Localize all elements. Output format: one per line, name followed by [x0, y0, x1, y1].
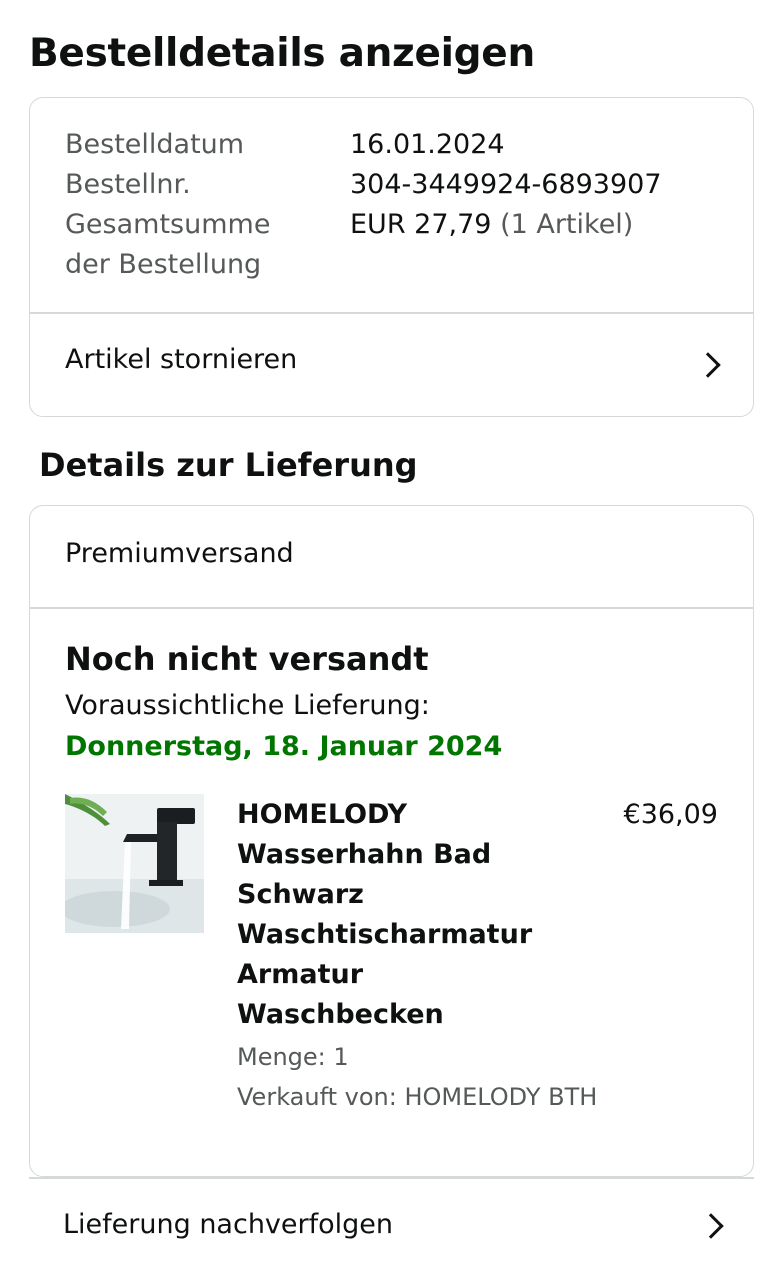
cancel-items-button[interactable]: Artikel stornieren	[30, 314, 753, 416]
order-total-label-line2: der Bestellung	[65, 249, 262, 280]
order-details-page: Bestelldetails anzeigen Bestelldatum 16.…	[0, 0, 783, 1280]
eta-date: Donnerstag, 18. Januar 2024	[65, 731, 503, 762]
product-title-line: Wasserhahn Bad	[237, 839, 492, 870]
shipping-method: Premiumversand	[65, 538, 294, 569]
product-title-line: HOMELODY	[237, 799, 408, 830]
page-title: Bestelldetails anzeigen	[29, 31, 535, 76]
product-image[interactable]	[65, 794, 204, 933]
product-title[interactable]: HOMELODY Wasserhahn Bad Schwarz Waschtis…	[237, 795, 577, 1035]
order-total-label-line1: Gesamtsumme	[65, 209, 271, 240]
order-number-value: 304-3449924-6893907	[350, 169, 662, 200]
order-number-label: Bestellnr.	[65, 169, 191, 200]
track-delivery-button[interactable]: Lieferung nachverfolgen	[29, 1180, 754, 1280]
order-summary-card: Bestelldatum 16.01.2024 Bestellnr. 304-3…	[29, 97, 754, 417]
product-price: €36,09	[623, 799, 718, 830]
shipment-status: Noch nicht versandt	[65, 640, 429, 678]
product-title-line: Armatur	[237, 959, 364, 990]
order-total-amount: EUR 27,79	[350, 209, 492, 240]
order-total-value: EUR 27,79 (1 Artikel)	[350, 205, 633, 245]
chevron-right-icon	[698, 1213, 724, 1239]
order-date-value: 16.01.2024	[350, 129, 505, 160]
delivery-card: Premiumversand Noch nicht versandt Vorau…	[29, 505, 754, 1177]
product-seller: Verkauft von: HOMELODY BTH	[237, 1083, 598, 1111]
product-title-line: Waschtischarmatur	[237, 919, 533, 950]
order-date-label: Bestelldatum	[65, 129, 245, 160]
eta-label: Voraussichtliche Lieferung:	[65, 690, 430, 721]
track-delivery-label: Lieferung nachverfolgen	[63, 1209, 394, 1240]
faucet-image	[65, 794, 204, 933]
chevron-right-icon	[695, 352, 721, 378]
cancel-items-label: Artikel stornieren	[65, 344, 298, 375]
track-divider	[29, 1177, 754, 1179]
order-total-items: (1 Artikel)	[500, 209, 634, 240]
delivery-divider	[30, 607, 753, 609]
product-title-line: Waschbecken	[237, 999, 444, 1030]
delivery-section-title: Details zur Lieferung	[39, 446, 418, 484]
product-title-line: Schwarz	[237, 879, 364, 910]
product-quantity: Menge: 1	[237, 1043, 349, 1071]
